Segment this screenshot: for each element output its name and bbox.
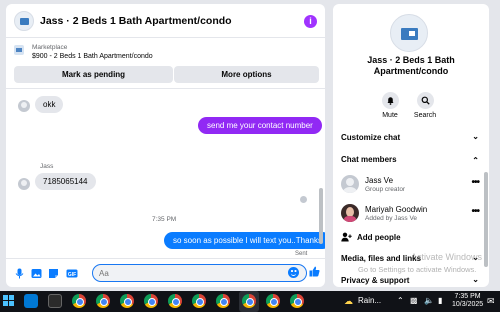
avatar[interactable] <box>341 204 359 222</box>
chevron-up-icon[interactable]: ⌃ <box>397 296 404 305</box>
clock-date: 10/3/2025 <box>452 301 484 308</box>
sticker-icon[interactable] <box>48 268 59 279</box>
message-bubble-okk: okk <box>35 96 64 113</box>
file-explorer-icon[interactable] <box>48 294 62 308</box>
chat-avatar[interactable] <box>14 10 34 31</box>
volume-icon[interactable]: 🔈 <box>424 296 434 305</box>
sent-status: Sent <box>295 251 308 257</box>
taskbar: ☁ Rain... ⌃ ▩ 🔈 ▮ 7:35 PM 10/3/2025 ✉ <box>0 291 500 312</box>
marketplace-banner: Marketplace $900 - 2 Beds 1 Bath Apartme… <box>6 39 325 89</box>
message-timestamp: 7:35 PM <box>152 216 177 223</box>
microphone-icon[interactable] <box>14 268 25 279</box>
chrome-icon[interactable] <box>120 294 134 308</box>
group-avatar[interactable] <box>390 14 428 52</box>
edge-icon[interactable] <box>24 294 38 308</box>
marketplace-label: Marketplace <box>32 44 68 51</box>
chrome-icon[interactable] <box>72 294 86 308</box>
member-item[interactable]: Jass Ve Group creator ••• <box>341 175 483 197</box>
chevron-down-icon: ⌄ <box>472 132 479 141</box>
member-item[interactable]: Mariyah Goodwin Added by Jass Ve ••• <box>341 204 483 226</box>
chat-title[interactable]: Jass · 2 Beds 1 Bath Apartment/condo <box>40 15 232 27</box>
add-person-icon <box>341 232 352 244</box>
chat-panel: Jass · 2 Beds 1 Bath Apartment/condo i M… <box>6 4 325 287</box>
member-name: Mariyah Goodwin <box>365 205 428 214</box>
more-icon[interactable]: ••• <box>471 177 479 188</box>
chevron-up-icon: ⌃ <box>472 156 479 165</box>
chat-scrollbar[interactable] <box>319 94 323 254</box>
chat-members-section[interactable]: Chat members ⌃ <box>341 155 481 169</box>
chrome-icon[interactable] <box>216 294 230 308</box>
chrome-icon[interactable] <box>290 294 304 308</box>
chevron-down-icon: ⌄ <box>472 275 479 284</box>
clock-time: 7:35 PM <box>454 293 481 300</box>
seen-avatar <box>300 196 307 203</box>
listing-title[interactable]: $900 - 2 Beds 1 Bath Apartment/condo <box>32 53 153 60</box>
emoji-icon[interactable] <box>288 267 299 278</box>
message-list: okk send me your contact number Jass 718… <box>6 90 325 258</box>
chrome-icon[interactable] <box>266 294 280 308</box>
privacy-support-label: Privacy & support <box>341 276 410 285</box>
notification-icon[interactable]: ✉ <box>487 296 495 307</box>
chrome-icon[interactable] <box>168 294 182 308</box>
sender-avatar[interactable] <box>18 178 30 190</box>
network-icon[interactable]: ▩ <box>410 296 418 305</box>
sender-name: Jass <box>40 163 54 170</box>
chat-info-panel: Jass · 2 Beds 1 Bath Apartment/condo Mut… <box>333 4 489 287</box>
mute-action[interactable]: Mute <box>370 92 410 119</box>
member-name: Jass Ve <box>365 176 394 185</box>
search-label: Search <box>413 112 437 119</box>
message-input[interactable] <box>92 264 307 282</box>
app-window: Jass · 2 Beds 1 Bath Apartment/condo i M… <box>0 0 500 291</box>
message-bubble-contact: send me your contact number <box>198 117 322 134</box>
privacy-support-section[interactable]: Privacy & support ⌄ <box>341 275 481 287</box>
system-clock[interactable]: 7:35 PM 10/3/2025 <box>452 293 483 309</box>
activation-watermark-title: Activate Windows <box>411 252 483 262</box>
add-people-label: Add people <box>357 233 401 242</box>
battery-icon[interactable]: ▮ <box>438 296 442 305</box>
info-icon[interactable]: i <box>304 15 317 28</box>
sender-avatar[interactable] <box>18 100 30 112</box>
activation-watermark-subtitle: Go to Settings to activate Windows. <box>358 265 477 274</box>
mute-label: Mute <box>382 112 398 119</box>
more-options-button[interactable]: More options <box>174 66 319 83</box>
chat-header: Jass · 2 Beds 1 Bath Apartment/condo i <box>6 4 325 38</box>
message-bubble-reply: so soon as possible I will text you..Tha… <box>164 232 325 249</box>
chrome-icon[interactable] <box>242 294 256 308</box>
bell-icon[interactable] <box>381 92 399 109</box>
listing-thumbnail[interactable] <box>14 45 24 55</box>
customize-chat-label: Customize chat <box>341 133 401 142</box>
chrome-icon[interactable] <box>192 294 206 308</box>
customize-chat-section[interactable]: Customize chat ⌄ <box>341 132 481 147</box>
chat-members-label: Chat members <box>341 155 397 164</box>
image-icon[interactable] <box>31 268 42 279</box>
svg-text:GIF: GIF <box>68 272 76 278</box>
gif-icon[interactable]: GIF <box>66 268 78 279</box>
mark-pending-button[interactable]: Mark as pending <box>14 66 173 83</box>
chat-scroll-thumb[interactable] <box>319 188 323 244</box>
member-role: Group creator <box>365 186 406 193</box>
chrome-icon[interactable] <box>144 294 158 308</box>
info-title: Jass · 2 Beds 1 Bath Apartment/condo <box>367 55 455 76</box>
more-icon[interactable]: ••• <box>471 206 479 217</box>
like-icon[interactable] <box>309 266 320 280</box>
search-icon[interactable] <box>416 92 434 109</box>
weather-label[interactable]: Rain... <box>358 296 381 305</box>
avatar[interactable] <box>341 175 359 193</box>
message-bubble-phone: 7185065144 <box>35 173 96 190</box>
media-files-label: Media, files and links <box>341 254 422 263</box>
add-people-button[interactable]: Add people <box>341 232 481 246</box>
chrome-icon[interactable] <box>96 294 110 308</box>
member-role: Added by Jass Ve <box>365 215 418 222</box>
info-scrollbar[interactable] <box>484 172 488 267</box>
composer: GIF <box>6 258 325 287</box>
windows-start-icon[interactable] <box>3 295 15 307</box>
weather-icon[interactable]: ☁ <box>344 296 353 307</box>
search-action[interactable]: Search <box>405 92 445 119</box>
